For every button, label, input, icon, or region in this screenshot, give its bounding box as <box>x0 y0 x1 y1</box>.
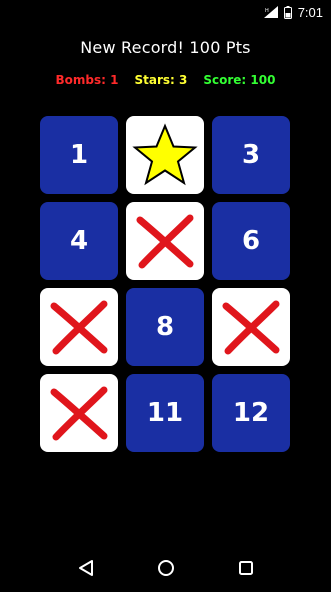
tile-number: 12 <box>232 398 270 428</box>
red-x-icon <box>50 300 108 355</box>
tile-number: 8 <box>155 312 175 342</box>
tile-11[interactable]: 11 <box>126 374 204 452</box>
bomb-tile[interactable] <box>40 374 118 452</box>
clock: 7:01 <box>297 4 323 20</box>
stars-stat: Stars: 3 <box>134 73 188 87</box>
tile-6[interactable]: 6 <box>212 202 290 280</box>
recents-icon[interactable] <box>238 560 254 576</box>
bomb-tile[interactable] <box>212 288 290 366</box>
bombs-stat: Bombs: 1 <box>55 73 119 87</box>
tile-1[interactable]: 1 <box>40 116 118 194</box>
stats-row: Bombs: 1 Stars: 3 Score: 100 <box>0 73 331 87</box>
score-stat: Score: 100 <box>203 73 276 87</box>
navigation-bar <box>0 544 331 592</box>
svg-text:H: H <box>265 8 269 14</box>
tile-number: 3 <box>241 140 261 170</box>
tile-3[interactable]: 3 <box>212 116 290 194</box>
battery-icon <box>283 6 292 19</box>
red-x-icon <box>222 300 280 355</box>
record-title: New Record! 100 Pts <box>80 38 251 57</box>
signal-icon: H <box>263 6 278 18</box>
bomb-tile[interactable] <box>126 202 204 280</box>
game-board: 1 3 4 6 8 11 12 <box>40 116 290 452</box>
tile-number: 1 <box>69 140 89 170</box>
tile-number: 11 <box>146 398 184 428</box>
star-icon <box>132 123 198 186</box>
tile-12[interactable]: 12 <box>212 374 290 452</box>
tile-8[interactable]: 8 <box>126 288 204 366</box>
status-bar: H 7:01 <box>0 0 331 24</box>
red-x-icon <box>136 214 194 269</box>
tile-4[interactable]: 4 <box>40 202 118 280</box>
tile-number: 4 <box>69 226 89 256</box>
home-icon[interactable] <box>157 559 175 577</box>
red-x-icon <box>50 386 108 441</box>
back-icon[interactable] <box>77 559 95 577</box>
tile-number: 6 <box>241 226 261 256</box>
star-tile[interactable] <box>126 116 204 194</box>
bomb-tile[interactable] <box>40 288 118 366</box>
